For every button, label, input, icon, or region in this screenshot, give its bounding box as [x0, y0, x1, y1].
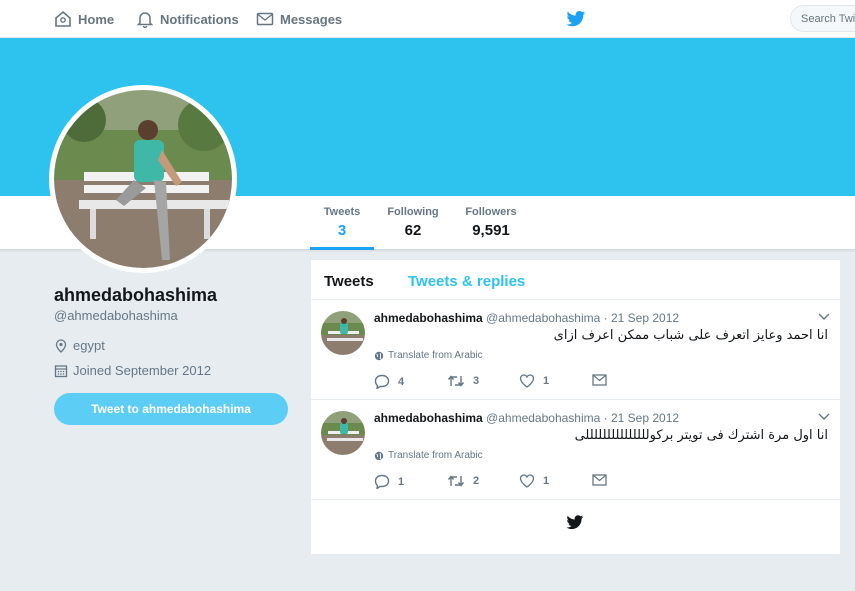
envelope-icon	[256, 12, 274, 26]
nav-messages[interactable]: Messages	[256, 9, 342, 29]
profile-joined-text: Joined September 2012	[73, 363, 212, 378]
reply-button[interactable]: 1	[374, 474, 404, 489]
like-button[interactable]: 1	[519, 374, 549, 388]
like-count: 1	[543, 475, 550, 487]
direct-message-button[interactable]	[592, 474, 615, 486]
stat-tweets-label: Tweets	[323, 206, 361, 218]
tweet-text: انا اول مرة اشترك فى تويتر بركوللللللللل…	[574, 428, 828, 443]
calendar-icon	[54, 364, 68, 377]
tweet-author-handle[interactable]: @ahmedabohashima	[486, 311, 600, 325]
profile-handle[interactable]: @ahmedabohashima	[54, 308, 178, 323]
tweet-item[interactable]: ahmedabohashima @ahmedabohashima · 21 Se…	[311, 400, 840, 500]
nav-messages-label: Messages	[280, 11, 343, 27]
tweet-avatar[interactable]	[321, 411, 365, 455]
translate-link[interactable]: Translate from Arabic	[374, 350, 483, 361]
tweet-to-button[interactable]: Tweet to ahmedabohashima	[54, 393, 288, 425]
twitter-bird-icon[interactable]	[566, 10, 586, 28]
profile-avatar[interactable]	[49, 85, 237, 273]
avatar-photo	[54, 90, 232, 268]
profile-name[interactable]: ahmedabohashima	[54, 285, 217, 306]
envelope-icon	[592, 474, 607, 486]
stat-tweets-value: 3	[337, 222, 347, 239]
stat-followers-label: Followers	[465, 206, 517, 218]
reply-count: 1	[398, 475, 405, 488]
stat-followers-value: 9,591	[472, 222, 510, 239]
globe-icon	[374, 451, 384, 460]
envelope-icon	[592, 374, 607, 386]
tweet-author-name[interactable]: ahmedabohashima	[374, 311, 483, 325]
profile-location-text: egypt	[73, 338, 105, 353]
twitter-bird-icon	[566, 515, 584, 530]
bell-icon	[136, 12, 154, 28]
tab-tweets[interactable]: Tweets	[324, 273, 374, 290]
retweet-button[interactable]: 3	[447, 374, 479, 388]
nav-notifications-label: Notifications	[160, 11, 239, 27]
retweet-icon	[447, 475, 465, 487]
stat-tweets[interactable]: Tweets 3	[310, 206, 374, 250]
like-button[interactable]: 1	[519, 474, 549, 488]
retweet-count: 3	[473, 375, 480, 387]
chevron-down-icon[interactable]	[818, 412, 830, 422]
heart-icon	[519, 374, 535, 388]
tweet-actions: 1 2 1	[374, 474, 674, 490]
tweet-date[interactable]: · 21 Sep 2012	[604, 311, 679, 325]
tweet-text: انا احمد وعايز اتعرف على شباب ممكن اعرف …	[553, 328, 828, 343]
tweet-actions: 4 3 1	[374, 374, 674, 390]
stat-followers[interactable]: Followers 9,591	[462, 206, 520, 239]
search-input[interactable]: Search Twitter	[790, 5, 855, 32]
tweet-header: ahmedabohashima @ahmedabohashima · 21 Se…	[374, 311, 679, 325]
tweet-avatar[interactable]	[321, 311, 365, 355]
tweet-author-name[interactable]: ahmedabohashima	[374, 411, 483, 425]
retweet-count: 2	[473, 475, 480, 487]
reply-count: 4	[398, 375, 405, 388]
profile-location: egypt	[54, 338, 105, 353]
nav-notifications[interactable]: Notifications	[136, 9, 239, 29]
translate-link[interactable]: Translate from Arabic	[374, 450, 483, 461]
retweet-icon	[447, 375, 465, 387]
stat-following[interactable]: Following 62	[384, 206, 442, 239]
top-navigation: Home Notifications Messages Search Twitt…	[0, 0, 855, 38]
profile-joined: Joined September 2012	[54, 363, 211, 378]
retweet-button[interactable]: 2	[447, 474, 479, 488]
tweet-item[interactable]: ahmedabohashima @ahmedabohashima · 21 Se…	[311, 300, 840, 400]
translate-label: Translate from Arabic	[388, 350, 483, 361]
heart-icon	[519, 474, 535, 488]
timeline: Tweets Tweets & replies ahmedabohashima …	[311, 260, 840, 554]
timeline-footer	[311, 500, 840, 552]
stat-following-label: Following	[387, 206, 439, 218]
reply-icon	[374, 474, 390, 489]
like-count: 1	[543, 375, 550, 387]
translate-label: Translate from Arabic	[388, 450, 483, 461]
location-pin-icon	[55, 338, 67, 353]
stat-following-value: 62	[404, 222, 422, 239]
direct-message-button[interactable]	[592, 374, 615, 386]
reply-button[interactable]: 4	[374, 374, 404, 389]
tweet-author-handle[interactable]: @ahmedabohashima	[486, 411, 600, 425]
tab-tweets-and-replies[interactable]: Tweets & replies	[408, 273, 525, 290]
nav-home-label: Home	[78, 11, 115, 27]
reply-icon	[374, 374, 390, 389]
nav-home[interactable]: Home	[54, 9, 114, 29]
home-icon	[55, 10, 71, 27]
timeline-tabs: Tweets Tweets & replies	[311, 260, 840, 300]
chevron-down-icon[interactable]	[818, 312, 830, 322]
tweet-date[interactable]: · 21 Sep 2012	[604, 411, 679, 425]
globe-icon	[374, 351, 384, 360]
tweet-header: ahmedabohashima @ahmedabohashima · 21 Se…	[374, 411, 679, 425]
